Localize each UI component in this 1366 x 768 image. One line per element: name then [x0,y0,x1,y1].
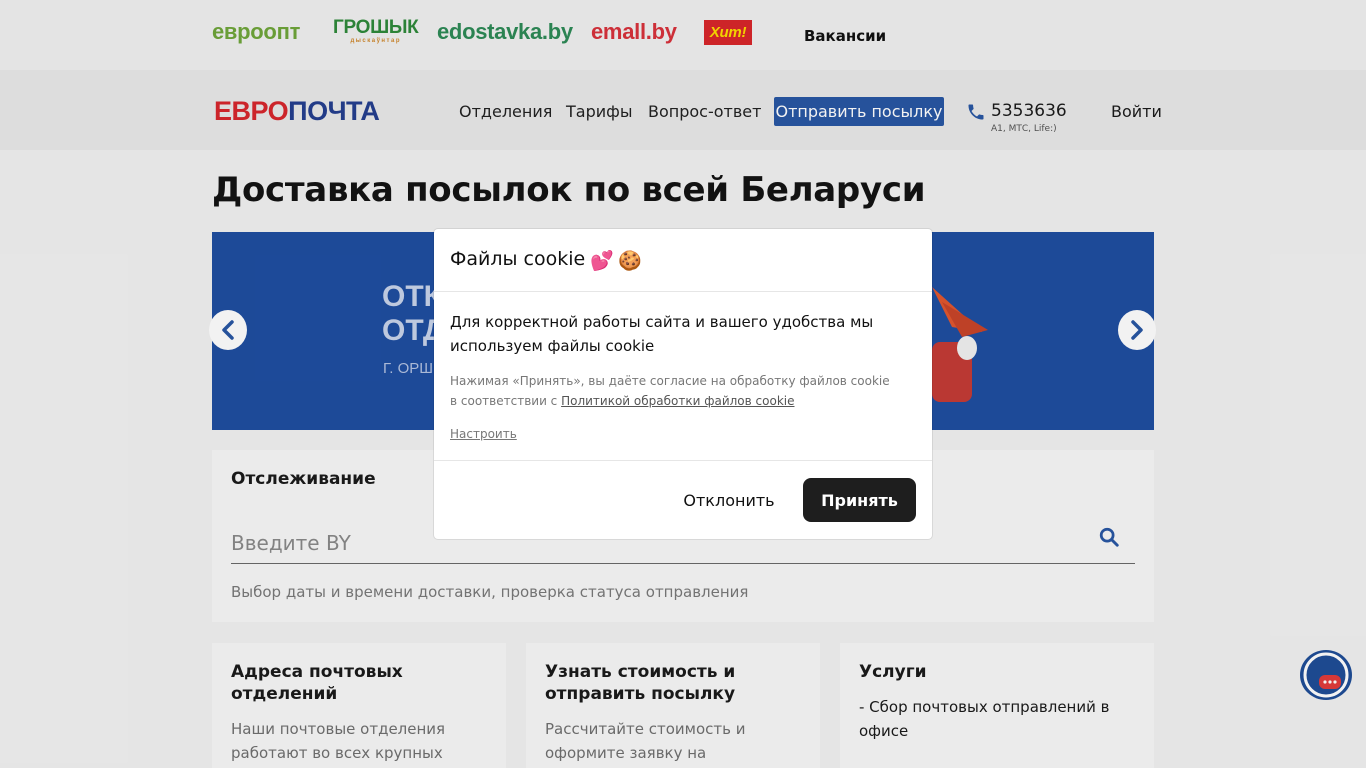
decline-button[interactable]: Отклонить [672,478,786,522]
cookie-modal-body: Для корректной работы сайта и вашего удо… [434,292,932,461]
cookie-settings-link[interactable]: Настроить [450,427,517,441]
cookie-modal-header: Файлы cookie 💕 🍪 [434,229,932,292]
accept-button[interactable]: Принять [803,478,916,522]
cookie-modal: Файлы cookie 💕 🍪 Для корректной работы с… [434,229,932,539]
cookie-modal-title: Файлы cookie [450,248,586,270]
hearts-emoji-icon: 💕 [590,250,614,272]
cookie-emoji-icon: 🍪 [618,250,642,272]
cookie-main-text: Для корректной работы сайта и вашего удо… [450,313,874,355]
cookie-policy-link[interactable]: Политикой обработки файлов cookie [561,394,794,408]
cookie-consent-note: Нажимая «Принять», вы даёте согласие на … [450,371,900,411]
